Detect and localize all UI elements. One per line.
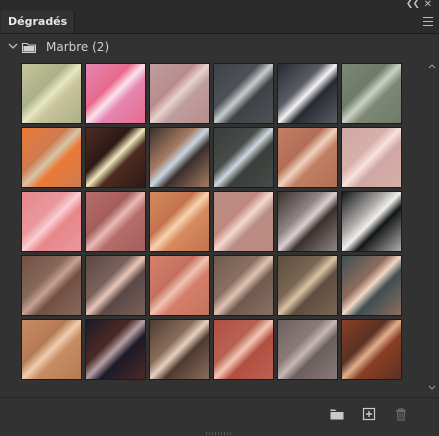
gradient-swatch[interactable] — [277, 63, 338, 124]
gradient-swatch[interactable] — [149, 191, 210, 252]
gradient-swatch[interactable] — [85, 255, 146, 316]
new-folder-icon[interactable] — [329, 406, 345, 422]
gradient-swatch[interactable] — [85, 191, 146, 252]
hamburger-menu-icon[interactable] — [423, 17, 433, 26]
gradient-swatch[interactable] — [149, 255, 210, 316]
gradient-swatch[interactable] — [213, 255, 274, 316]
gradient-swatch[interactable] — [21, 255, 82, 316]
gradient-swatch[interactable] — [85, 127, 146, 188]
gradient-swatch[interactable] — [21, 191, 82, 252]
gradient-swatch[interactable] — [149, 63, 210, 124]
group-label: Marbre (2) — [46, 40, 110, 54]
gradient-swatch[interactable] — [213, 127, 274, 188]
gradient-swatch[interactable] — [213, 191, 274, 252]
panel-tab-bar: Dégradés — [0, 11, 439, 34]
gradient-swatch[interactable] — [277, 191, 338, 252]
gradient-group-row[interactable]: Marbre (2) — [0, 37, 439, 59]
gradient-swatch[interactable] — [341, 319, 402, 380]
tab-gradients[interactable]: Dégradés — [1, 11, 76, 33]
trash-icon[interactable] — [393, 406, 409, 422]
gradient-swatch[interactable] — [341, 191, 402, 252]
gradient-swatch-grid — [21, 63, 405, 381]
gradients-panel: ❮❮ ✕ Dégradés Marbre (2) — [0, 0, 439, 436]
gradient-swatch[interactable] — [277, 319, 338, 380]
gradient-swatch[interactable] — [341, 127, 402, 188]
folder-icon — [22, 43, 36, 53]
chevron-down-icon[interactable] — [8, 41, 18, 51]
gradient-swatch[interactable] — [213, 63, 274, 124]
gradient-swatch[interactable] — [341, 63, 402, 124]
panel-footer — [0, 397, 439, 436]
scrollbar[interactable] — [427, 62, 437, 392]
gradient-swatch[interactable] — [21, 127, 82, 188]
gradient-swatch[interactable] — [341, 255, 402, 316]
gradient-swatch[interactable] — [277, 255, 338, 316]
double-chevron-left-icon[interactable]: ❮❮ — [406, 0, 420, 10]
panel-title-strip: ❮❮ ✕ — [0, 0, 439, 11]
gradient-swatch[interactable] — [85, 319, 146, 380]
gradient-swatch[interactable] — [21, 319, 82, 380]
gradient-swatch[interactable] — [149, 127, 210, 188]
add-icon[interactable] — [361, 406, 377, 422]
close-icon[interactable]: ✕ — [424, 0, 432, 10]
gradient-swatch[interactable] — [21, 63, 82, 124]
gradient-swatch[interactable] — [149, 319, 210, 380]
gradient-swatch[interactable] — [277, 127, 338, 188]
gradient-swatch[interactable] — [85, 63, 146, 124]
gradient-swatch[interactable] — [213, 319, 274, 380]
